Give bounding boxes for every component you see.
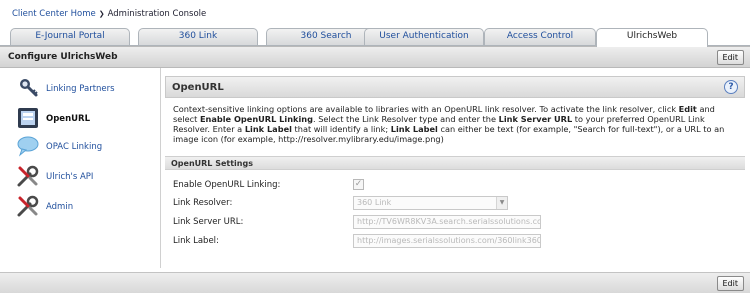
sidebar-item-ulrichs-api[interactable]: Ulrich's API xyxy=(16,164,156,190)
link-server-url-label: Link Server URL: xyxy=(173,217,244,227)
description-bold: Link Label xyxy=(244,124,292,134)
help-icon[interactable]: ? xyxy=(724,80,738,94)
page-title: Configure UlrichsWeb xyxy=(8,52,118,62)
tab-user-authentication[interactable]: User Authentication xyxy=(364,28,484,45)
sidebar-item-label: OpenURL xyxy=(46,114,90,124)
sidebar-divider xyxy=(160,68,161,268)
sidebar-item-label: OPAC Linking xyxy=(46,142,103,152)
enable-openurl-label: Enable OpenURL Linking: xyxy=(173,180,281,190)
tab-access-control[interactable]: Access Control xyxy=(484,28,596,45)
link-label-label: Link Label: xyxy=(173,236,219,246)
sidebar-item-linking-partners[interactable]: Linking Partners xyxy=(16,76,156,102)
breadcrumb-current: Administration Console xyxy=(107,9,207,19)
tools-icon xyxy=(17,165,39,187)
tab-strip: E-Journal Portal 360 Link 360 Search Use… xyxy=(10,28,750,47)
edit-button-bottom[interactable]: Edit xyxy=(716,276,744,291)
enable-openurl-checkbox[interactable]: ✓ xyxy=(353,179,364,190)
sidebar-item-label: Ulrich's API xyxy=(46,172,94,182)
speech-bubble-icon xyxy=(17,136,39,157)
panel-title: OpenURL xyxy=(172,82,224,93)
description-bold: Enable OpenURL Linking xyxy=(199,114,313,124)
link-server-url-input[interactable]: http://TV6WR8KV3A.search.serialssolution… xyxy=(353,215,541,229)
edit-button-top[interactable]: Edit xyxy=(716,50,744,65)
description-bold: Link Label xyxy=(390,124,438,134)
link-label-row: Link Label: http://images.serialssolutio… xyxy=(173,234,741,248)
link-resolver-value: 360 Link xyxy=(357,198,392,207)
sidebar-item-openurl[interactable]: OpenURL xyxy=(16,106,156,132)
sidebar-item-admin[interactable]: Admin xyxy=(16,194,156,220)
description-text: Context-sensitive linking options are av… xyxy=(173,104,679,114)
description-bold: Edit xyxy=(678,104,697,114)
link-label-input[interactable]: http://images.serialssolutions.com/360li… xyxy=(353,234,541,248)
tab-ulrichsweb[interactable]: UlrichsWeb xyxy=(596,28,708,47)
sidebar-item-opac-linking[interactable]: OPAC Linking xyxy=(16,134,156,160)
footer-bar: Edit xyxy=(0,272,750,293)
breadcrumb: Client Center Home ❯ Administration Consol… xyxy=(12,9,206,19)
breadcrumb-home-link[interactable]: Client Center Home xyxy=(12,9,96,19)
breadcrumb-separator-icon: ❯ xyxy=(98,10,105,18)
openurl-panel: OpenURL ? Context-sensitive linking opti… xyxy=(165,76,745,266)
tab-360-link[interactable]: 360 Link xyxy=(138,28,258,45)
description-bold: Link Server URL xyxy=(498,114,573,124)
linking-partners-icon xyxy=(20,79,38,97)
link-resolver-row: Link Resolver: 360 Link ▼ xyxy=(173,196,741,210)
link-server-url-row: Link Server URL: http://TV6WR8KV3A.searc… xyxy=(173,215,741,229)
tools-icon xyxy=(17,195,39,217)
link-resolver-select[interactable]: 360 Link ▼ xyxy=(353,196,508,210)
tab-e-journal-portal[interactable]: E-Journal Portal xyxy=(10,28,130,45)
description-text: . Select the Link Resolver type and ente… xyxy=(312,114,499,124)
openurl-icon xyxy=(18,108,38,128)
settings-header: OpenURL Settings xyxy=(165,156,745,170)
link-resolver-label: Link Resolver: xyxy=(173,198,233,208)
sidebar-item-label: Admin xyxy=(46,202,74,212)
description-text: that will identify a link; xyxy=(291,124,391,134)
sidebar-item-label: Linking Partners xyxy=(46,84,115,94)
configure-header: Configure UlrichsWeb Edit xyxy=(0,46,750,68)
panel-header: OpenURL ? xyxy=(165,76,745,98)
settings-title: OpenURL Settings xyxy=(171,159,253,168)
sidebar: Linking Partners OpenURL OPAC Linking Ul… xyxy=(0,68,160,268)
enable-openurl-row: Enable OpenURL Linking: ✓ xyxy=(173,178,741,192)
panel-description: Context-sensitive linking options are av… xyxy=(173,104,741,144)
chevron-down-icon: ▼ xyxy=(496,197,507,209)
